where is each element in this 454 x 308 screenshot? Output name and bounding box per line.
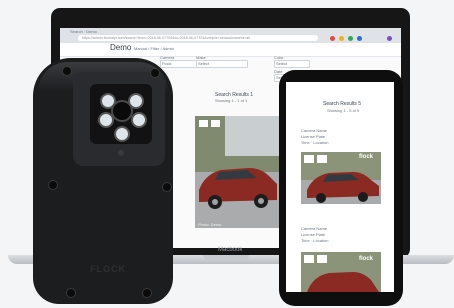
phone-results-subtitle: Showing 1 - 5 of 5 — [327, 108, 360, 113]
laptop-brand-label: Macbook — [218, 247, 243, 253]
camera-embossed-logo: FLOCK — [90, 264, 126, 274]
filter-value: Select — [198, 61, 210, 66]
screw-icon — [142, 288, 152, 298]
photo-watermark: flock — [359, 256, 374, 262]
phone-results-title: Search Results 5 — [323, 101, 362, 107]
play-icon[interactable] — [199, 120, 208, 127]
screw-icon — [162, 182, 172, 192]
camera-lens-icon — [111, 100, 133, 122]
extension-icon[interactable] — [339, 36, 344, 41]
screw-icon — [62, 66, 72, 76]
screw-icon — [150, 68, 160, 78]
phone-entry-line: Time · Location — [301, 238, 329, 243]
photo-caption: Photo: Demo — [198, 222, 222, 227]
extension-icon[interactable] — [357, 36, 362, 41]
photo-watermark: flock — [359, 154, 374, 160]
status-light-icon — [118, 150, 124, 156]
zoom-icon[interactable] — [317, 155, 327, 163]
zoom-icon[interactable] — [317, 255, 327, 263]
profile-avatar[interactable] — [387, 36, 392, 41]
extension-icon[interactable] — [330, 36, 335, 41]
app-header-subtitle: Manual / Filter / Admin — [134, 46, 174, 51]
car-photo-image — [195, 116, 279, 228]
laptop-notch — [203, 255, 249, 259]
screw-icon — [48, 180, 58, 190]
result-photo[interactable] — [195, 116, 279, 228]
infrared-led-icon — [131, 112, 147, 128]
play-icon[interactable] — [304, 155, 314, 163]
zoom-icon[interactable] — [211, 120, 220, 127]
app-header-title: Demo — [110, 43, 132, 52]
infrared-led-icon — [114, 126, 130, 142]
results-count: Showing 1 - 1 of 1 — [215, 98, 248, 103]
extension-icon[interactable] — [348, 36, 353, 41]
filter-value: Flock — [162, 61, 172, 66]
play-icon[interactable] — [304, 255, 314, 263]
screw-icon — [66, 288, 76, 298]
filter-value: Select — [276, 61, 288, 66]
phone-entry-line: Time · Location — [301, 140, 329, 145]
browser-url-text: https://admin.flockalpr.com/search?from=… — [82, 36, 250, 40]
